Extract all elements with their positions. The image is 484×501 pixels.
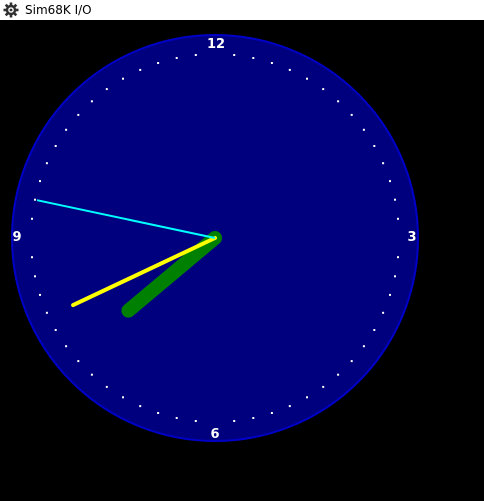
tick-mark — [77, 360, 80, 363]
tick-mark — [175, 417, 178, 419]
analog-clock: 12 3 6 9 — [11, 34, 419, 442]
tick-mark — [105, 385, 108, 388]
tick-mark — [39, 180, 41, 183]
tick-mark — [45, 311, 48, 314]
tick-mark — [90, 100, 93, 103]
tick-mark — [397, 256, 399, 259]
tick-mark — [157, 412, 160, 414]
numeral-6: 6 — [210, 427, 219, 442]
numeral-3: 3 — [407, 230, 416, 245]
tick-mark — [157, 62, 160, 64]
tick-mark — [394, 275, 396, 278]
tick-mark — [322, 88, 325, 91]
tick-mark — [65, 128, 68, 131]
tick-mark — [54, 329, 57, 331]
numeral-9: 9 — [12, 230, 21, 245]
tick-mark — [122, 396, 124, 399]
tick-mark — [233, 54, 236, 56]
tick-mark — [39, 293, 41, 296]
tick-mark — [252, 57, 255, 59]
tick-mark — [270, 412, 273, 414]
tick-mark — [288, 405, 291, 408]
tick-mark — [31, 256, 33, 259]
tick-mark — [373, 145, 376, 147]
tick-mark — [252, 417, 255, 419]
tick-mark — [389, 180, 391, 183]
tick-mark — [139, 68, 142, 71]
tick-mark — [362, 128, 365, 131]
tick-mark — [233, 420, 236, 422]
tick-mark — [382, 311, 385, 314]
tick-mark — [194, 420, 197, 422]
tick-mark — [337, 100, 340, 103]
tick-mark — [34, 275, 36, 278]
tick-mark — [373, 329, 376, 331]
tick-mark — [362, 345, 365, 348]
tick-mark — [394, 198, 396, 201]
tick-mark — [34, 198, 36, 201]
tick-mark — [306, 77, 308, 80]
gear-icon[interactable] — [3, 2, 19, 18]
io-canvas[interactable]: 12 3 6 9 — [0, 20, 484, 501]
tick-mark — [288, 68, 291, 71]
tick-mark — [77, 113, 80, 116]
tick-mark — [45, 162, 48, 165]
tick-mark — [350, 113, 353, 116]
tick-mark — [194, 54, 197, 56]
tick-mark — [139, 405, 142, 408]
tick-mark — [175, 57, 178, 59]
tick-mark — [322, 385, 325, 388]
tick-mark — [382, 162, 385, 165]
tick-mark — [122, 77, 124, 80]
tick-mark — [54, 145, 57, 147]
tick-mark — [105, 88, 108, 91]
window-titlebar[interactable]: Sim68K I/O — [0, 0, 484, 20]
tick-mark — [31, 217, 33, 220]
tick-mark — [90, 373, 93, 376]
window-title: Sim68K I/O — [25, 3, 92, 17]
tick-mark — [397, 217, 399, 220]
tick-mark — [270, 62, 273, 64]
tick-mark — [65, 345, 68, 348]
tick-mark — [306, 396, 308, 399]
tick-mark — [337, 373, 340, 376]
numeral-12: 12 — [207, 37, 225, 52]
tick-mark — [389, 293, 391, 296]
tick-mark — [350, 360, 353, 363]
